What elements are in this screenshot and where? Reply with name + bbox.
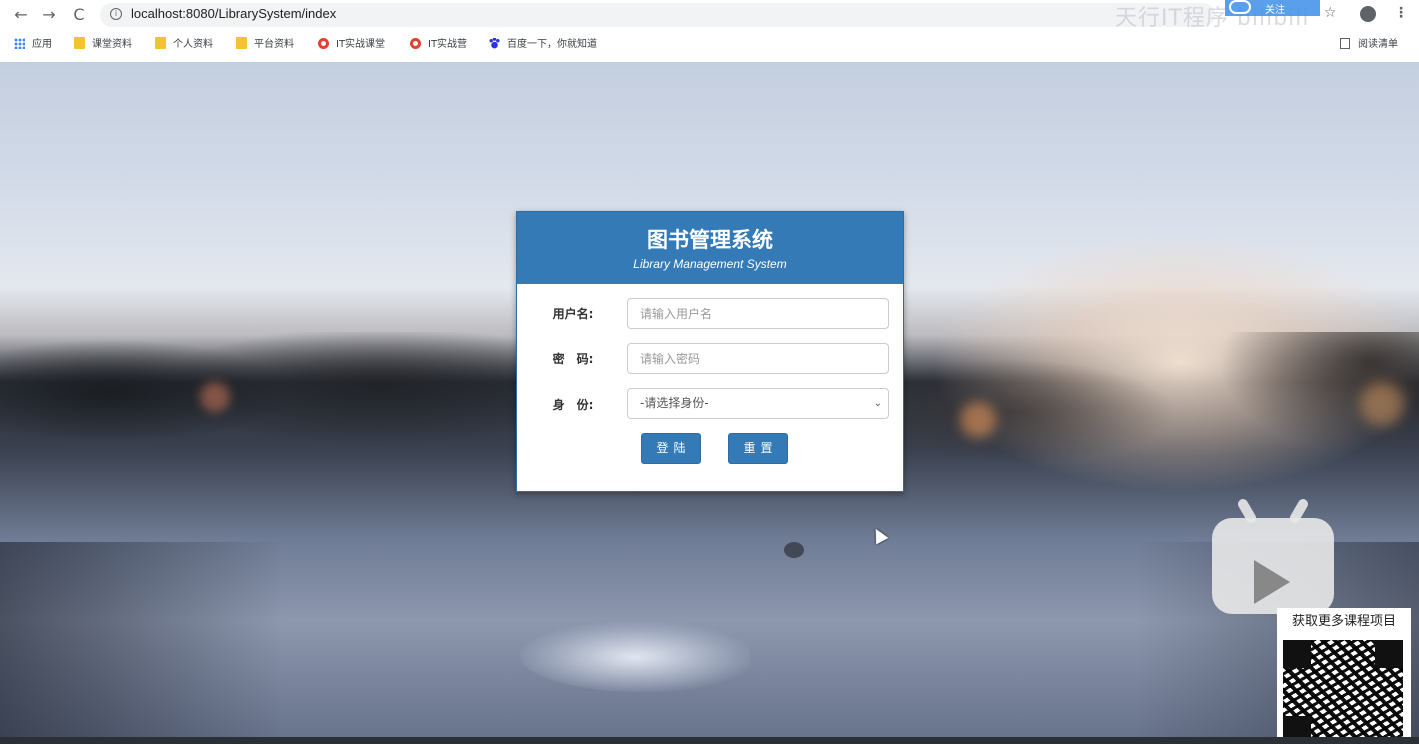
address-bar[interactable]: i localhost:8080/LibrarySystem/index [100, 3, 1215, 27]
role-select-value: -请选择身份- [640, 396, 709, 410]
bokeh-light [1360, 382, 1404, 426]
taskbar-strip [0, 737, 1419, 744]
username-label: 用户名: [552, 307, 594, 321]
bookmark-apps[interactable]: 应用 [14, 37, 52, 53]
apps-grid-icon [14, 38, 25, 49]
url-text[interactable]: localhost:8080/LibrarySystem/index [131, 6, 336, 21]
role-label: 身 份: [552, 398, 594, 412]
login-panel: 图书管理系统 Library Management System 用户名: 密 … [516, 211, 904, 492]
folder-icon [236, 37, 247, 49]
forward-icon[interactable]: → [38, 4, 60, 26]
back-icon[interactable]: ← [10, 4, 32, 26]
extension-badge[interactable]: 关注 [1225, 0, 1320, 16]
bookmark-star-icon[interactable]: ☆ [1324, 5, 1337, 21]
password-label: 密 码: [552, 352, 594, 366]
browser-menu-icon[interactable]: ⋮ [1394, 5, 1408, 21]
chevron-down-icon: ⌄ [873, 398, 882, 409]
profile-avatar-icon[interactable] [1360, 6, 1376, 22]
qr-caption: 获取更多课程项目 [1291, 614, 1396, 629]
role-select[interactable]: -请选择身份- ⌄ [627, 388, 889, 419]
red-site-icon [410, 38, 421, 49]
play-icon [1254, 560, 1290, 604]
reading-list[interactable]: 阅读清单 [1340, 37, 1398, 53]
login-button[interactable]: 登陆 [641, 433, 701, 464]
login-title: 图书管理系统 [647, 228, 773, 252]
reading-list-icon [1340, 38, 1350, 49]
qr-code-icon [1283, 640, 1403, 744]
bokeh-light [960, 402, 996, 438]
password-input[interactable] [627, 343, 889, 374]
bokeh-light [200, 382, 230, 412]
pebble [784, 542, 804, 558]
info-icon[interactable]: i [110, 8, 122, 20]
bookmarks-bar: 应用 课堂资料 个人资料 平台资料 IT实战课堂 IT实战营 百度一下，你就知道… [0, 33, 1419, 57]
username-input[interactable] [627, 298, 889, 329]
extension-logo-icon [1229, 0, 1251, 14]
folder-icon [74, 37, 85, 49]
logo-screen [1212, 518, 1334, 614]
login-panel-header: 图书管理系统 Library Management System [517, 212, 903, 284]
bilibili-logo-icon [1212, 497, 1334, 614]
red-site-icon [318, 38, 329, 49]
browser-toolbar: ← → C i localhost:8080/LibrarySystem/ind… [0, 0, 1419, 31]
reload-icon[interactable]: C [68, 4, 90, 26]
bookmark-it-classroom[interactable]: IT实战课堂 [318, 37, 385, 53]
browser-chrome: ← → C i localhost:8080/LibrarySystem/ind… [0, 0, 1419, 63]
bookmark-baidu[interactable]: 百度一下，你就知道 [489, 37, 597, 53]
bookmark-it-camp[interactable]: IT实战营 [410, 37, 467, 53]
bookmark-personal[interactable]: 个人资料 [155, 37, 213, 53]
login-subtitle: Library Management System [633, 257, 787, 271]
baidu-paw-icon [489, 38, 500, 49]
extension-label: 关注 [1265, 5, 1285, 16]
bookmark-platform[interactable]: 平台资料 [236, 37, 294, 53]
reset-button[interactable]: 重置 [728, 433, 788, 464]
folder-icon [155, 37, 166, 49]
bookmark-classroom[interactable]: 课堂资料 [74, 37, 132, 53]
qr-promo: 获取更多课程项目 [1277, 608, 1411, 744]
